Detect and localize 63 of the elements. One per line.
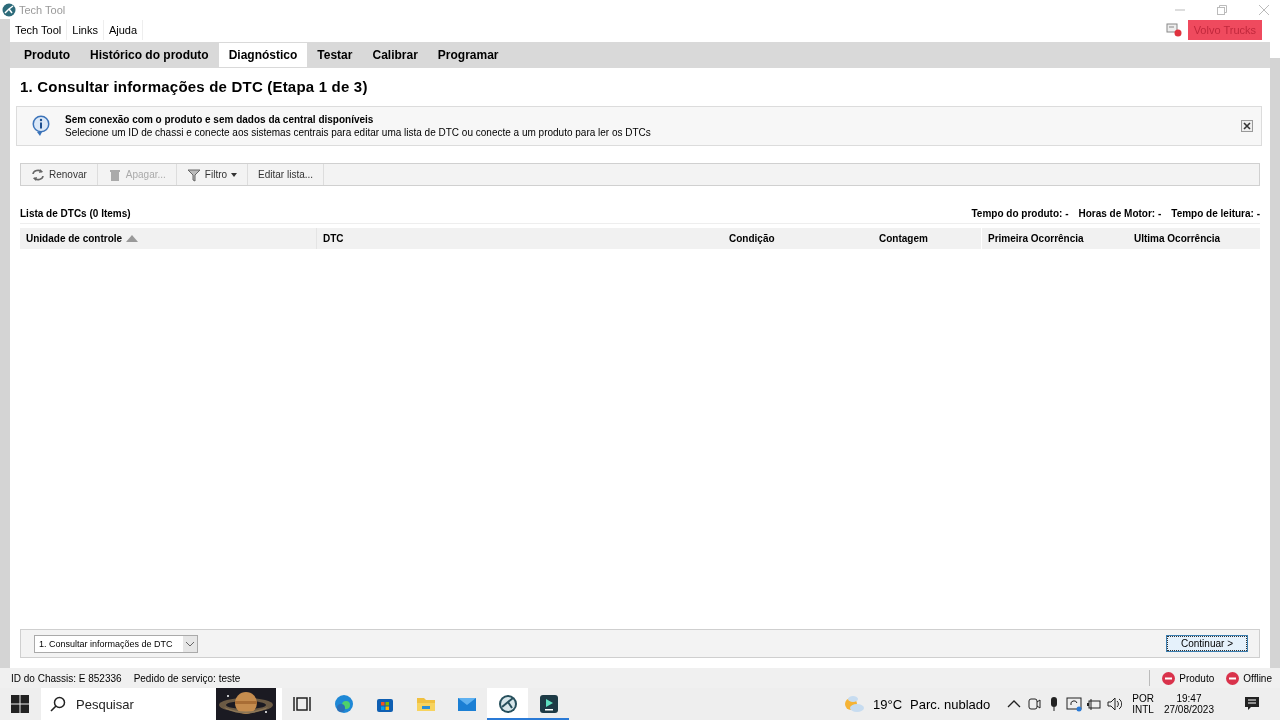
video-editor-icon bbox=[538, 694, 559, 714]
refresh-icon bbox=[31, 167, 45, 182]
banner-title: Sem conexão com o produto e sem dados da central disponíveis bbox=[65, 113, 375, 125]
filter-icon bbox=[186, 167, 201, 182]
weather-icon bbox=[843, 694, 865, 714]
stat-label: Tempo do produto: - bbox=[971, 207, 1069, 219]
column-header[interactable]: Unidade de controle bbox=[20, 228, 317, 249]
camera-icon[interactable] bbox=[1026, 696, 1043, 712]
page-heading: 1. Consultar informações de DTC (Etapa 1 de 3) bbox=[20, 78, 369, 95]
trash-icon bbox=[107, 167, 122, 182]
list-title: Lista de DTCs (0 Items) bbox=[20, 207, 131, 219]
stat-label: Tempo de leitura: - bbox=[1171, 207, 1260, 219]
weather-temperature: 19°C bbox=[873, 696, 903, 712]
clock-time: 19:47 bbox=[1176, 693, 1202, 704]
column-header[interactable]: Ultima Ocorrência bbox=[1128, 228, 1260, 249]
task-view-icon bbox=[292, 694, 313, 714]
battery-icon[interactable] bbox=[1086, 696, 1103, 712]
connection-icon bbox=[1165, 23, 1182, 37]
toolbar-button[interactable]: Filtro bbox=[176, 164, 249, 185]
toolbar-button[interactable]: Renovar bbox=[21, 164, 98, 185]
weather-condition: Parc. nublado bbox=[910, 696, 991, 712]
search-bar[interactable]: Pesquisar bbox=[41, 688, 282, 720]
blocked-icon bbox=[1226, 671, 1240, 685]
tab[interactable]: Diagnóstico bbox=[218, 43, 308, 67]
screen-sync-icon[interactable] bbox=[1066, 696, 1083, 712]
tab[interactable]: Produto bbox=[14, 43, 80, 67]
status-text: ID do Chassis: E 852336 bbox=[11, 672, 122, 684]
continue-button[interactable]: Continuar > bbox=[1167, 636, 1247, 651]
tab[interactable]: Programar bbox=[427, 43, 509, 67]
status-indicator: Produto bbox=[1179, 672, 1215, 684]
language-indicator: INTL bbox=[1132, 704, 1154, 715]
column-header[interactable]: Condição bbox=[721, 228, 867, 249]
blocked-icon bbox=[1162, 671, 1176, 685]
column-header[interactable]: Primeira Ocorrência bbox=[982, 228, 1128, 249]
notifications-icon[interactable] bbox=[1244, 696, 1260, 712]
stat-label: Horas de Motor: - bbox=[1078, 207, 1162, 219]
toolbar-button[interactable]: Editar lista... bbox=[248, 164, 325, 185]
tech-tool-icon bbox=[497, 694, 518, 714]
tab[interactable]: Histórico do produto bbox=[80, 43, 219, 67]
search-icon bbox=[50, 696, 66, 712]
column-header[interactable]: DTC bbox=[317, 228, 721, 249]
speaker-icon[interactable] bbox=[1106, 696, 1123, 712]
language-indicator: POR bbox=[1132, 693, 1154, 704]
status-indicator: Offline bbox=[1243, 672, 1272, 684]
status-text: Pedido de serviço: teste bbox=[133, 672, 241, 684]
windows-start-icon[interactable] bbox=[11, 695, 29, 713]
tab[interactable]: Calibrar bbox=[362, 43, 428, 67]
app-logo-icon bbox=[2, 2, 16, 17]
menu-item[interactable]: Ajuda bbox=[103, 20, 144, 40]
column-header[interactable]: Contagem bbox=[867, 228, 982, 249]
taskbar-app[interactable] bbox=[487, 688, 528, 720]
close-icon[interactable] bbox=[1241, 119, 1253, 132]
browser-icon bbox=[333, 694, 354, 714]
chevron-down-icon bbox=[183, 635, 197, 652]
clock-date: 27/08/2023 bbox=[1163, 704, 1214, 715]
banner-message: Selecione um ID de chassi e conecte aos sistemas centrais para editar uma lista de DTC ou conecte a um produto para ler os DTCs bbox=[65, 126, 651, 138]
step-dropdown[interactable]: 1. Consultar informações de DTC bbox=[34, 634, 198, 653]
tab[interactable]: Testar bbox=[307, 43, 363, 67]
menu-item[interactable]: Links bbox=[67, 20, 104, 40]
window-title: Tech Tool bbox=[19, 3, 66, 16]
info-icon bbox=[31, 114, 51, 137]
menu-item[interactable]: Tech Tool bbox=[10, 20, 68, 40]
search-field[interactable]: Pesquisar bbox=[74, 695, 208, 713]
